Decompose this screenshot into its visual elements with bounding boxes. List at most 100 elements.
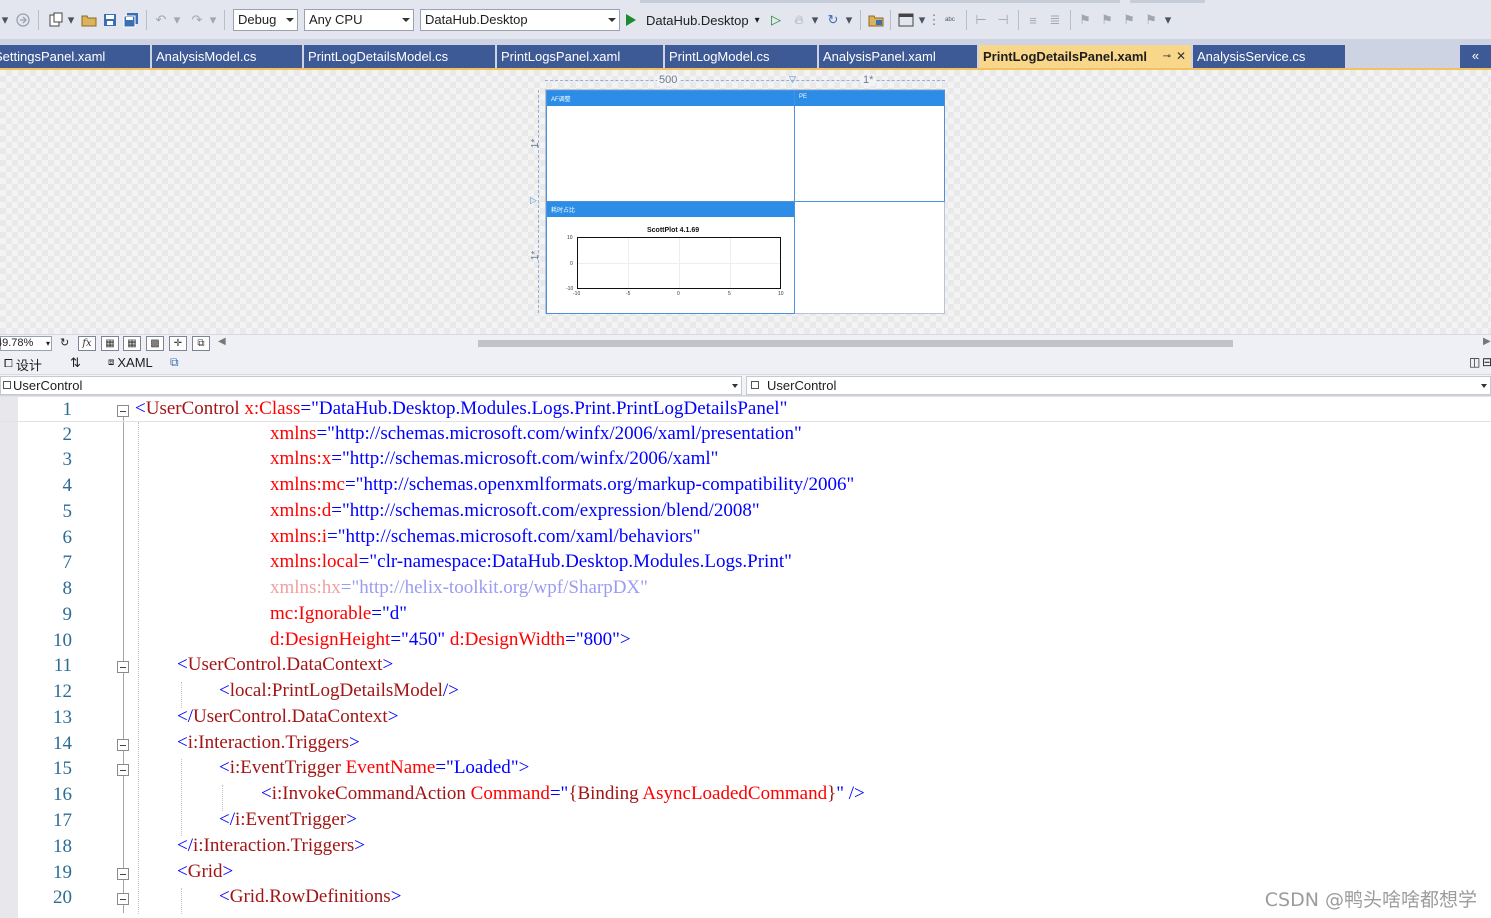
code-line[interactable]: 19 <Grid> (0, 860, 1491, 886)
tab-print-logs-panel[interactable]: PrintLogsPanel.xaml (497, 45, 664, 68)
clear-bookmarks-icon[interactable]: ⚑ (1142, 9, 1160, 31)
pin-icon[interactable]: ⊸ (1163, 51, 1171, 62)
column-splitter-icon[interactable]: ▽ (789, 74, 796, 85)
panel-time-ratio[interactable]: 耗时占比 ScottPlot 4.1.69 10 0 -10 -10 -5 0 … (546, 201, 795, 314)
indent-icon[interactable]: ≡ (1024, 9, 1042, 31)
code-line[interactable]: 4 xmlns:mc="http://schemas.openxmlformat… (0, 473, 1491, 499)
code-line[interactable]: 2 xmlns="http://schemas.microsoft.com/wi… (0, 422, 1491, 448)
undo-dropdown-icon[interactable]: ▾ (172, 9, 182, 31)
swap-panes-button[interactable]: ⇅ (70, 355, 81, 371)
bookmark-icon[interactable]: ⚑ (1076, 9, 1094, 31)
column-ruler[interactable] (545, 80, 945, 81)
close-icon[interactable]: ✕ (1176, 49, 1186, 63)
hot-reload-icon[interactable]: 🔥︎ (790, 9, 808, 31)
save-all-icon[interactable] (122, 9, 140, 31)
panel-af[interactable]: AF调整 (546, 90, 795, 202)
code-line[interactable]: 5 xmlns:d="http://schemas.microsoft.com/… (0, 499, 1491, 525)
spell-check-icon[interactable]: ᵃᵇᶜ (940, 9, 960, 31)
code-line[interactable]: 17 </i:EventTrigger> (0, 808, 1491, 834)
horizontal-scrollbar[interactable] (228, 339, 1483, 348)
comment-icon[interactable]: ≣ (1046, 9, 1064, 31)
window-layout-icon[interactable] (896, 9, 916, 31)
collapse-icon[interactable] (117, 661, 129, 673)
new-project-icon[interactable] (46, 9, 66, 31)
redo-icon[interactable]: ↷ (188, 9, 206, 31)
code-line[interactable]: 1 <UserControl x:Class="DataHub.Desktop.… (0, 396, 1491, 422)
configuration-combo[interactable]: Debug (233, 9, 298, 31)
previous-bookmark-icon[interactable]: ⚑ (1098, 9, 1116, 31)
code-line[interactable]: 14 <i:Interaction.Triggers> (0, 731, 1491, 757)
tab-settings-panel[interactable]: SettingsPanel.xaml (0, 45, 151, 68)
tab-print-log-model[interactable]: PrintLogModel.cs (665, 45, 818, 68)
design-view-button[interactable]: ⧠ 设计 (4, 355, 42, 374)
split-horizontal-icon[interactable]: ⊟ (1482, 355, 1491, 369)
code-line[interactable]: 12 <local:PrintLogDetailsModel/> (0, 679, 1491, 705)
code-line[interactable]: 3 xmlns:x="http://schemas.microsoft.com/… (0, 447, 1491, 473)
row-splitter-icon[interactable]: ▷ (530, 195, 537, 206)
device-icon[interactable]: ⧉ (192, 336, 210, 351)
tab-print-log-details-model[interactable]: PrintLogDetailsModel.cs (304, 45, 496, 68)
restart-icon[interactable]: ↻ (824, 9, 842, 31)
scroll-right-icon[interactable]: ▶ (1483, 336, 1491, 347)
collapse-icon[interactable] (117, 764, 129, 776)
tab-overflow-icon[interactable]: « (1460, 45, 1491, 68)
collapse-icon[interactable] (117, 739, 129, 751)
layout-dropdown-icon[interactable]: ▾ (916, 9, 928, 31)
redo-dropdown-icon[interactable]: ▾ (208, 9, 218, 31)
code-line[interactable]: 16 <i:InvokeCommandAction Command="{Bind… (0, 782, 1491, 808)
tab-analysis-panel[interactable]: AnalysisPanel.xaml (819, 45, 978, 68)
xaml-code-editor[interactable]: 1 <UserControl x:Class="DataHub.Desktop.… (0, 396, 1491, 918)
row-ruler[interactable] (538, 90, 539, 313)
toolbar-overflow-icon[interactable]: ▾ (1162, 9, 1174, 31)
start-debugging-button[interactable]: DataHub.Desktop ▾ (626, 9, 760, 31)
align-icon[interactable]: ⊢ (972, 9, 990, 31)
platform-combo[interactable]: Any CPU (304, 9, 414, 31)
next-bookmark-icon[interactable]: ⚑ (1120, 9, 1138, 31)
code-line[interactable]: 11 <UserControl.DataContext> (0, 653, 1491, 679)
refresh-icon[interactable]: ↻ (60, 336, 69, 349)
open-icon[interactable] (80, 9, 98, 31)
tab-print-log-details-panel[interactable]: PrintLogDetailsPanel.xaml ⊸ ✕ (979, 45, 1192, 68)
left-scope-combo[interactable]: UserControl (0, 376, 742, 395)
zoom-combo[interactable]: 49.78% ▾ (0, 336, 52, 351)
xaml-designer-canvas[interactable]: 500 1* ▽ 1* 1* ▷ AF调整 PE 耗时占比 ScottPlot … (0, 70, 1491, 334)
collapse-icon[interactable] (117, 868, 129, 880)
code-line[interactable]: 15 <i:EventTrigger EventName="Loaded"> (0, 756, 1491, 782)
hot-reload-dropdown-icon[interactable]: ▾ (810, 9, 820, 31)
new-project-dropdown-icon[interactable]: ▾ (66, 9, 76, 31)
code-line[interactable]: 9 mc:Ignorable="d" (0, 602, 1491, 628)
tab-analysis-model[interactable]: AnalysisModel.cs (152, 45, 303, 68)
snap-lines-icon[interactable]: ✛ (169, 336, 187, 351)
panel-pe[interactable]: PE (794, 90, 945, 202)
code-line[interactable]: 7 xmlns:local="clr-namespace:DataHub.Des… (0, 550, 1491, 576)
collapse-icon[interactable] (117, 405, 129, 417)
browse-icon[interactable] (866, 9, 886, 31)
code-line[interactable]: 8 xmlns:hx="http://helix-toolkit.org/wpf… (0, 576, 1491, 602)
row2-height-label[interactable]: 1* (530, 251, 541, 260)
back-dropdown-icon[interactable]: ▾ (0, 9, 10, 31)
design-surface[interactable]: AF调整 PE 耗时占比 ScottPlot 4.1.69 10 0 -10 -… (545, 89, 945, 314)
column-width-label[interactable]: 500 (657, 74, 680, 86)
code-line[interactable]: 6 xmlns:i="http://schemas.microsoft.com/… (0, 525, 1491, 551)
undo-icon[interactable]: ↶ (152, 9, 170, 31)
forward-icon[interactable] (14, 9, 32, 31)
restart-dropdown-icon[interactable]: ▾ (844, 9, 854, 31)
grid-toggle-icon[interactable]: ▦ (101, 336, 119, 351)
star-column-label[interactable]: 1* (861, 74, 876, 86)
snap-grid-icon[interactable]: ▦ (123, 336, 141, 351)
save-icon[interactable] (101, 9, 119, 31)
xaml-view-button[interactable]: ⧈ XAML (108, 355, 153, 370)
tab-analysis-service[interactable]: AnalysisService.cs (1193, 45, 1346, 68)
code-line[interactable]: 18 </i:Interaction.Triggers> (0, 834, 1491, 860)
scrollbar-thumb[interactable] (478, 340, 1233, 347)
align-right-icon[interactable]: ⊣ (994, 9, 1012, 31)
code-line[interactable]: 13 </UserControl.DataContext> (0, 705, 1491, 731)
popout-xaml-icon[interactable]: ⧉ (170, 355, 179, 370)
split-vertical-icon[interactable]: ◫ (1469, 355, 1480, 369)
start-without-debug-icon[interactable]: ▷ (768, 9, 784, 31)
row1-height-label[interactable]: 1* (530, 139, 541, 148)
right-scope-combo[interactable]: UserControl (746, 376, 1491, 395)
collapse-icon[interactable] (117, 893, 129, 905)
artboard-icon[interactable]: ▩ (146, 336, 164, 351)
scroll-left-icon[interactable]: ◀ (218, 336, 226, 347)
